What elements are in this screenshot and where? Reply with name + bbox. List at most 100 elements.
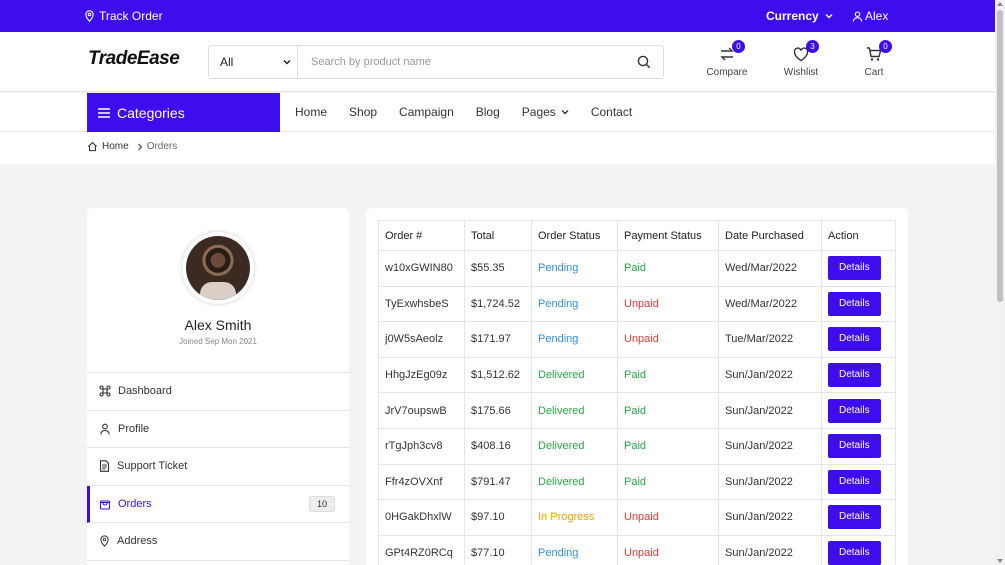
order-id: w10xGWIN80 <box>378 250 465 287</box>
payment-status: Paid <box>617 427 719 465</box>
column-header-payment-status: Payment Status <box>617 220 719 251</box>
order-total: $55.35 <box>464 250 532 287</box>
details-button[interactable]: Details <box>828 541 881 565</box>
nav-item-blog[interactable]: Blog <box>476 105 500 119</box>
sidebar-item-label: Profile <box>118 422 150 435</box>
details-button[interactable]: Details <box>828 363 881 388</box>
scrollbar-thumb[interactable] <box>997 10 1003 302</box>
compare-badge: 0 <box>732 40 745 53</box>
nav-item-campaign[interactable]: Campaign <box>399 105 454 119</box>
order-status: Delivered <box>531 356 618 394</box>
avatar-photo <box>186 236 250 300</box>
order-status: Pending <box>531 285 618 323</box>
details-button[interactable]: Details <box>828 505 881 530</box>
payment-status: Unpaid <box>617 285 719 323</box>
table-row: w10xGWIN80 $55.35 Pending Paid Wed/Mar/2022 D… <box>378 250 896 287</box>
column-header-order: Order # <box>378 220 465 251</box>
action-cell: Details <box>821 356 896 394</box>
breadcrumb: Home Orders <box>0 132 995 164</box>
user-name: Alex <box>865 9 889 23</box>
sidebar-item-dashboard[interactable]: Dashboard <box>87 373 349 411</box>
order-total: $97.10 <box>464 499 532 536</box>
order-total: $1,512.62 <box>464 356 532 394</box>
categories-button[interactable]: Categories <box>87 93 280 132</box>
table-row: Ffr4zOVXnf $791.47 Delivered Paid Sun/Jan/20… <box>378 463 896 501</box>
table-row: rTgJph3cv8 $408.16 Delivered Paid Sun/Jan/20… <box>378 427 896 465</box>
currency-label: Currency <box>766 9 819 23</box>
sidebar-item-orders[interactable]: Orders 10 <box>87 485 349 523</box>
nav-item-pages[interactable]: Pages <box>522 105 569 119</box>
currency-dropdown[interactable]: Currency <box>766 9 833 23</box>
location-pin-icon <box>100 535 109 548</box>
order-total: $175.66 <box>464 392 532 429</box>
search-category-select[interactable]: All <box>209 46 298 78</box>
sidebar-item-address[interactable]: Address <box>87 523 349 561</box>
payment-status: Paid <box>617 463 719 501</box>
payment-status: Unpaid <box>617 321 719 358</box>
compare-button[interactable]: 0 Compare <box>705 40 749 78</box>
profile-joined-date: Joined Sep Mon 2021 <box>179 337 257 346</box>
order-total: $791.47 <box>464 463 532 501</box>
search-category-value: All <box>220 55 234 69</box>
nav-item-pages-label: Pages <box>521 105 556 119</box>
order-status: Pending <box>531 534 618 565</box>
nav-item-home[interactable]: Home <box>295 105 327 119</box>
nav-item-shop[interactable]: Shop <box>349 105 377 119</box>
details-button[interactable]: Details <box>828 256 881 281</box>
menu-icon <box>98 107 110 118</box>
search-input[interactable] <box>298 46 625 78</box>
scroll-up-arrow[interactable] <box>997 2 1003 6</box>
breadcrumb-home[interactable]: Home <box>102 141 129 152</box>
action-cell: Details <box>821 463 896 501</box>
sidebar-item-label: Dashboard <box>118 385 172 398</box>
order-id: j0W5sAeolz <box>378 321 465 358</box>
cart-badge: 0 <box>879 40 892 53</box>
track-order-link[interactable]: Track Order <box>84 9 163 23</box>
breadcrumb-current: Orders <box>146 141 178 152</box>
date-purchased: Sun/Jan/2022 <box>718 392 822 429</box>
column-header-total: Total <box>464 220 532 251</box>
user-icon <box>100 423 110 435</box>
sidebar-item-support-ticket[interactable]: Support Ticket <box>87 448 349 486</box>
nav-links: Home Shop Campaign Blog Pages Contact <box>295 105 654 119</box>
details-button[interactable]: Details <box>828 434 881 459</box>
user-account-link[interactable]: Alex <box>852 9 888 23</box>
page-scrollbar[interactable] <box>995 0 1005 565</box>
details-button[interactable]: Details <box>828 398 881 423</box>
search-icon <box>637 55 651 69</box>
column-header-order-status: Order Status <box>531 220 618 251</box>
nav-item-contact[interactable]: Contact <box>591 105 632 119</box>
date-purchased: Wed/Mar/2022 <box>718 285 822 323</box>
compare-label: Compare <box>706 67 748 78</box>
date-purchased: Sun/Jan/2022 <box>718 427 822 465</box>
categories-label: Categories <box>117 104 185 121</box>
order-id: rTgJph3cv8 <box>378 427 465 465</box>
sidebar-item-profile[interactable]: Profile <box>87 411 349 448</box>
home-icon <box>87 141 98 152</box>
wishlist-button[interactable]: 3 Wishlist <box>779 40 823 78</box>
action-cell: Details <box>821 250 896 287</box>
site-logo[interactable]: TradeEase <box>88 48 180 70</box>
action-cell: Details <box>821 499 896 536</box>
payment-status: Unpaid <box>617 534 719 565</box>
table-row: TyExwhsbeS $1,724.52 Pending Unpaid Wed/Mar/… <box>378 285 896 323</box>
action-cell: Details <box>821 285 896 323</box>
cart-button[interactable]: 0 Cart <box>852 40 896 78</box>
table-row: HhgJzEg09z $1,512.62 Delivered Paid Sun/Jan/… <box>378 356 896 394</box>
column-header-action: Action <box>821 220 896 251</box>
orders-table: Order # Total Order Status Payment Statu… <box>378 220 896 565</box>
search-button[interactable] <box>625 46 663 78</box>
order-status: Delivered <box>531 463 618 501</box>
chevron-right-icon <box>137 143 143 150</box>
scroll-down-arrow[interactable] <box>997 559 1003 563</box>
date-purchased: Sun/Jan/2022 <box>718 463 822 501</box>
details-button[interactable]: Details <box>828 327 881 352</box>
main-navigation: Categories Home Shop Campaign Blog Pages… <box>0 93 995 132</box>
sidebar-item-label: Orders <box>118 497 152 510</box>
details-button[interactable]: Details <box>828 469 881 494</box>
details-button[interactable]: Details <box>828 291 881 316</box>
order-status: Delivered <box>531 427 618 465</box>
date-purchased: Wed/Mar/2022 <box>718 250 822 287</box>
order-status: Pending <box>531 321 618 358</box>
date-purchased: Sun/Jan/2022 <box>718 356 822 394</box>
